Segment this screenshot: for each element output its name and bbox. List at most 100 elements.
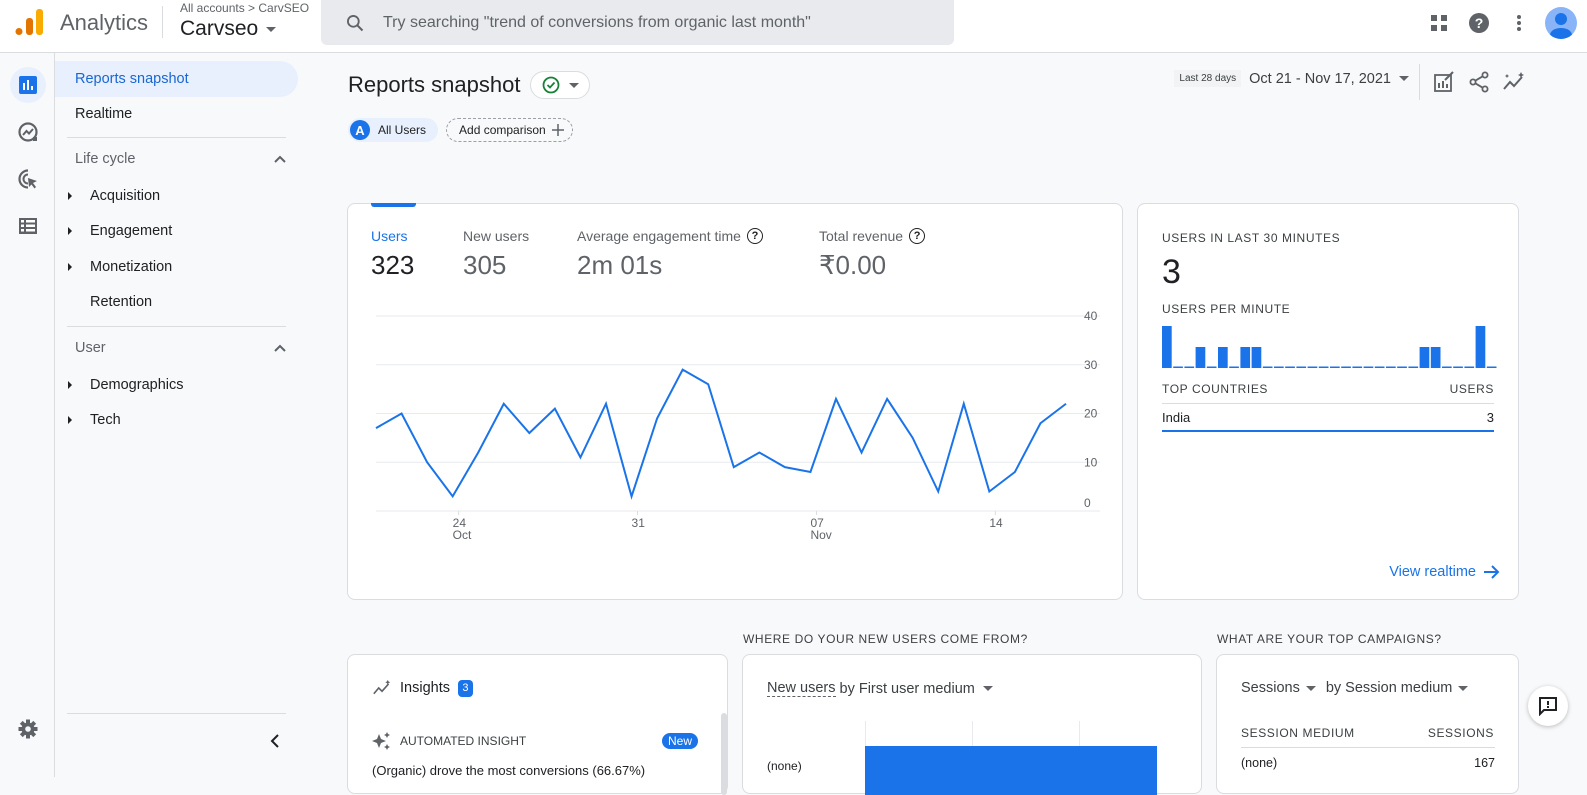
nav-item-monetization[interactable]: Monetization (55, 249, 298, 285)
minute-bar[interactable] (1262, 366, 1273, 369)
minute-bar[interactable] (1464, 366, 1475, 369)
y-tick-label: 30 (1084, 358, 1098, 372)
metric-tab-total-revenue[interactable]: Total revenue? ₹0.00 (819, 228, 926, 281)
insights-scrollbar[interactable] (721, 713, 727, 795)
minute-bar[interactable] (1318, 366, 1329, 369)
metric-tab-users[interactable]: Users 323 (371, 228, 414, 281)
metric-label: Users (371, 228, 408, 244)
minute-bar[interactable] (1442, 366, 1452, 369)
comparison-letter: A (350, 120, 370, 140)
search-input[interactable] (383, 13, 943, 32)
nav-group-label: Life cycle (75, 151, 136, 167)
minute-bar[interactable] (1285, 366, 1295, 369)
users-per-minute-chart (1162, 326, 1497, 369)
country-row[interactable]: India 3 (1162, 404, 1494, 432)
x-tick-sublabel: Nov (810, 528, 831, 542)
minute-bar[interactable] (1296, 366, 1307, 369)
rail-settings[interactable] (10, 711, 46, 747)
report-status-dropdown[interactable] (530, 71, 591, 99)
share-button[interactable] (1465, 68, 1493, 96)
all-users-chip[interactable]: A All Users (348, 118, 439, 142)
advertising-icon (18, 169, 37, 189)
insights-card: Insights 3 AUTOMATED INSIGHT New (Organi… (347, 654, 728, 795)
minute-bar[interactable] (1218, 347, 1228, 368)
insight-text[interactable]: (Organic) drove the most conversions (66… (372, 763, 645, 778)
rail-advertising[interactable] (10, 161, 46, 197)
nav-item-acquisition[interactable]: Acquisition (55, 178, 298, 214)
nav-item-engagement[interactable]: Engagement (55, 213, 298, 249)
date-range-picker[interactable]: Last 28 days Oct 21 - Nov 17, 2021 (1174, 70, 1409, 87)
y-tick-label: 10 (1084, 455, 1098, 469)
help-icon: ? (1469, 12, 1489, 33)
dimension-selector[interactable]: by First user medium (840, 681, 975, 697)
minute-bar[interactable] (1430, 347, 1441, 368)
nav-item-label: Tech (90, 412, 121, 428)
account-avatar[interactable] (1545, 6, 1577, 39)
minute-bar[interactable] (1475, 326, 1486, 368)
top-countries-header: TOP COUNTRIES (1162, 382, 1269, 396)
minute-bar[interactable] (1330, 366, 1340, 369)
insights-header[interactable]: Insights 3 (372, 679, 473, 697)
help-circle-icon[interactable]: ? (746, 228, 763, 244)
rail-reports[interactable] (10, 67, 46, 103)
insights-button[interactable] (1500, 68, 1528, 96)
nav-item-realtime[interactable]: Realtime (55, 96, 298, 132)
column-header-medium: SESSION MEDIUM (1241, 726, 1355, 740)
metric-selector[interactable]: New users (767, 680, 836, 697)
minute-bar[interactable] (1195, 347, 1206, 368)
nav-item-tech[interactable]: Tech (55, 402, 298, 438)
minute-bar[interactable] (1240, 347, 1251, 368)
search-icon (347, 14, 364, 31)
more-options-button[interactable] (1499, 3, 1539, 43)
minute-bar[interactable] (1274, 366, 1284, 369)
users-series-line (375, 368, 1067, 500)
minute-bar[interactable] (1162, 326, 1172, 368)
divider (162, 6, 163, 38)
breadcrumb[interactable]: All accounts > CarvSEO (180, 1, 309, 15)
metric-tab-new-users[interactable]: New users 305 (463, 228, 529, 281)
minute-bar[interactable] (1419, 347, 1430, 368)
minute-bar[interactable] (1341, 366, 1351, 369)
nav-item-demographics[interactable]: Demographics (55, 367, 298, 403)
minute-bar[interactable] (1307, 366, 1318, 369)
nav-group-life-cycle[interactable]: Life cycle (75, 151, 286, 167)
minute-bar[interactable] (1184, 366, 1195, 369)
metric-tab-avg-engagement-time[interactable]: Average engagement time? 2m 01s (577, 228, 763, 281)
help-circle-icon[interactable]: ? (909, 228, 926, 244)
metric-selector[interactable]: Sessions (1241, 680, 1300, 696)
customize-report-button[interactable] (1430, 68, 1458, 96)
rail-configure[interactable] (10, 208, 46, 244)
help-button[interactable]: ? (1459, 3, 1499, 43)
minute-bar[interactable] (1486, 366, 1497, 369)
minute-bar[interactable] (1408, 366, 1419, 369)
add-comparison-button[interactable]: Add comparison (446, 118, 573, 142)
nav-item-reports-snapshot[interactable]: Reports snapshot (55, 61, 298, 97)
view-realtime-link[interactable]: View realtime (1389, 564, 1500, 580)
insights-count-badge: 3 (457, 679, 473, 697)
minute-bar[interactable] (1374, 366, 1385, 369)
nav-item-label: Retention (90, 294, 153, 310)
dimension-selector[interactable]: by Session medium (1326, 680, 1453, 696)
search-bar[interactable] (321, 0, 954, 45)
collapse-nav-button[interactable] (263, 729, 287, 753)
feedback-button[interactable] (1528, 686, 1568, 726)
minute-bar[interactable] (1397, 366, 1407, 369)
bar-none[interactable] (865, 746, 1157, 795)
minute-bar[interactable] (1173, 366, 1183, 369)
minute-bar[interactable] (1363, 366, 1374, 369)
account-selector[interactable]: Carvseo (180, 17, 277, 41)
minute-bar[interactable] (1229, 366, 1239, 369)
minute-bar[interactable] (1352, 366, 1363, 369)
rail-explore[interactable] (10, 114, 46, 150)
apps-button[interactable] (1419, 3, 1459, 43)
new-users-selector[interactable]: New users by First user medium (767, 680, 993, 697)
minute-bar[interactable] (1251, 347, 1262, 368)
table-row[interactable]: (none) 167 (1241, 756, 1495, 770)
page-title-text: Reports snapshot (348, 72, 521, 97)
minute-bar[interactable] (1453, 366, 1463, 369)
minute-bar[interactable] (1386, 366, 1396, 369)
insights-icon (373, 679, 391, 695)
nav-item-retention[interactable]: Retention (55, 284, 298, 320)
minute-bar[interactable] (1206, 366, 1217, 369)
nav-group-user[interactable]: User (75, 340, 286, 356)
